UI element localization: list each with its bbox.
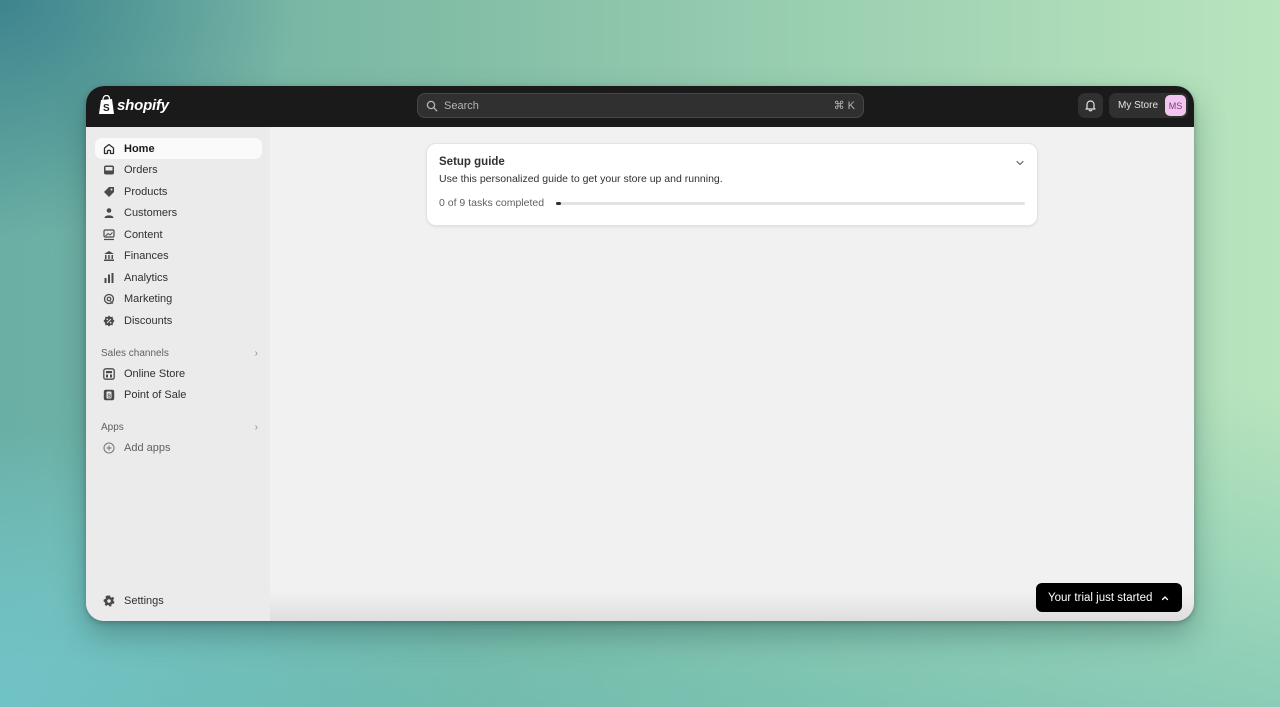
chevron-down-icon[interactable] [1015, 158, 1025, 168]
trial-banner-button[interactable]: Your trial just started [1036, 583, 1182, 612]
main-content: Setup guide Use this personalized guide … [270, 127, 1194, 621]
setup-guide-card: Setup guide Use this personalized guide … [426, 143, 1038, 226]
gear-icon [103, 595, 115, 607]
sidebar-item-label: Finances [124, 250, 169, 262]
sidebar-item-content[interactable]: Content [95, 224, 262, 245]
sidebar-item-products[interactable]: Products [95, 181, 262, 202]
store-name: My Store [1118, 100, 1159, 111]
sidebar-item-label: Marketing [124, 293, 173, 305]
progress-bar [556, 201, 1025, 205]
sidebar-item-home[interactable]: Home [95, 138, 262, 159]
section-label: Apps [101, 422, 124, 433]
sidebar-item-label: Products [124, 185, 168, 198]
content-icon [103, 228, 115, 241]
section-label: Sales channels [101, 347, 169, 359]
sidebar-item-label: Settings [124, 595, 164, 607]
sidebar-item-customers[interactable]: Customers [95, 203, 262, 224]
sidebar: Home Orders Products Customers Content F… [86, 127, 270, 621]
sidebar-item-label: Discounts [124, 314, 173, 327]
chevron-right-icon: › [254, 347, 258, 359]
sidebar-item-label: Orders [124, 164, 158, 176]
trial-label: Your trial just started [1048, 591, 1153, 604]
progress-fill [556, 201, 562, 205]
sidebar-item-label: Content [124, 228, 163, 241]
search-shortcut: ⌘ K [833, 100, 855, 112]
search-placeholder: Search [444, 99, 479, 112]
sidebar-item-label: Add apps [124, 442, 171, 454]
sidebar-item-label: Online Store [124, 367, 186, 380]
brand-name: shopify [117, 96, 169, 114]
shopify-bag-icon: S [99, 95, 114, 114]
sidebar-item-label: Point of Sale [124, 389, 187, 401]
store-menu-button[interactable]: My Store MS [1109, 93, 1188, 118]
chevron-up-icon [1162, 595, 1169, 600]
setup-guide-title: Setup guide [439, 156, 505, 168]
sidebar-item-add-apps[interactable]: Add apps [95, 438, 262, 459]
plus-circle-icon [103, 442, 115, 454]
bar-chart-icon [103, 272, 115, 284]
apps-header[interactable]: Apps › [95, 418, 262, 438]
progress-row: 0 of 9 tasks completed [439, 197, 1025, 209]
sidebar-item-finances[interactable]: Finances [95, 246, 262, 267]
sidebar-item-online-store[interactable]: Online Store [95, 363, 262, 384]
search-icon [426, 100, 438, 111]
notifications-button[interactable] [1078, 93, 1103, 118]
svg-text:S: S [103, 103, 110, 114]
sidebar-item-settings[interactable]: Settings [95, 591, 262, 612]
bell-icon [1085, 100, 1096, 112]
app-window: S shopify Search ⌘ K My Store MS Home Or… [86, 86, 1194, 621]
setup-guide-description: Use this personalized guide to get your … [439, 173, 723, 185]
bank-icon [103, 250, 115, 262]
sidebar-item-label: Customers [124, 207, 178, 219]
top-bar: S shopify Search ⌘ K My Store MS [86, 86, 1194, 127]
sidebar-item-analytics[interactable]: Analytics [95, 267, 262, 288]
sidebar-item-point-of-sale[interactable]: S Point of Sale [95, 385, 262, 406]
store-icon [103, 367, 115, 380]
discount-icon [103, 315, 115, 327]
sidebar-item-orders[interactable]: Orders [95, 160, 262, 181]
progress-text: 0 of 9 tasks completed [439, 197, 545, 209]
svg-text:S: S [107, 393, 111, 399]
tag-icon [103, 186, 115, 198]
target-icon [103, 293, 115, 305]
sidebar-item-label: Home [124, 142, 155, 155]
sidebar-item-discounts[interactable]: Discounts [95, 310, 262, 331]
pos-icon: S [103, 389, 115, 401]
search-input[interactable]: Search ⌘ K [417, 93, 864, 118]
sidebar-item-marketing[interactable]: Marketing [95, 289, 262, 310]
chevron-right-icon: › [254, 422, 258, 433]
sales-channels-header[interactable]: Sales channels › [95, 343, 262, 363]
inbox-icon [103, 164, 115, 176]
home-icon [103, 143, 115, 155]
shopify-logo[interactable]: S shopify [98, 95, 169, 115]
sidebar-item-label: Analytics [124, 271, 169, 284]
avatar: MS [1165, 95, 1186, 116]
person-icon [103, 207, 115, 219]
